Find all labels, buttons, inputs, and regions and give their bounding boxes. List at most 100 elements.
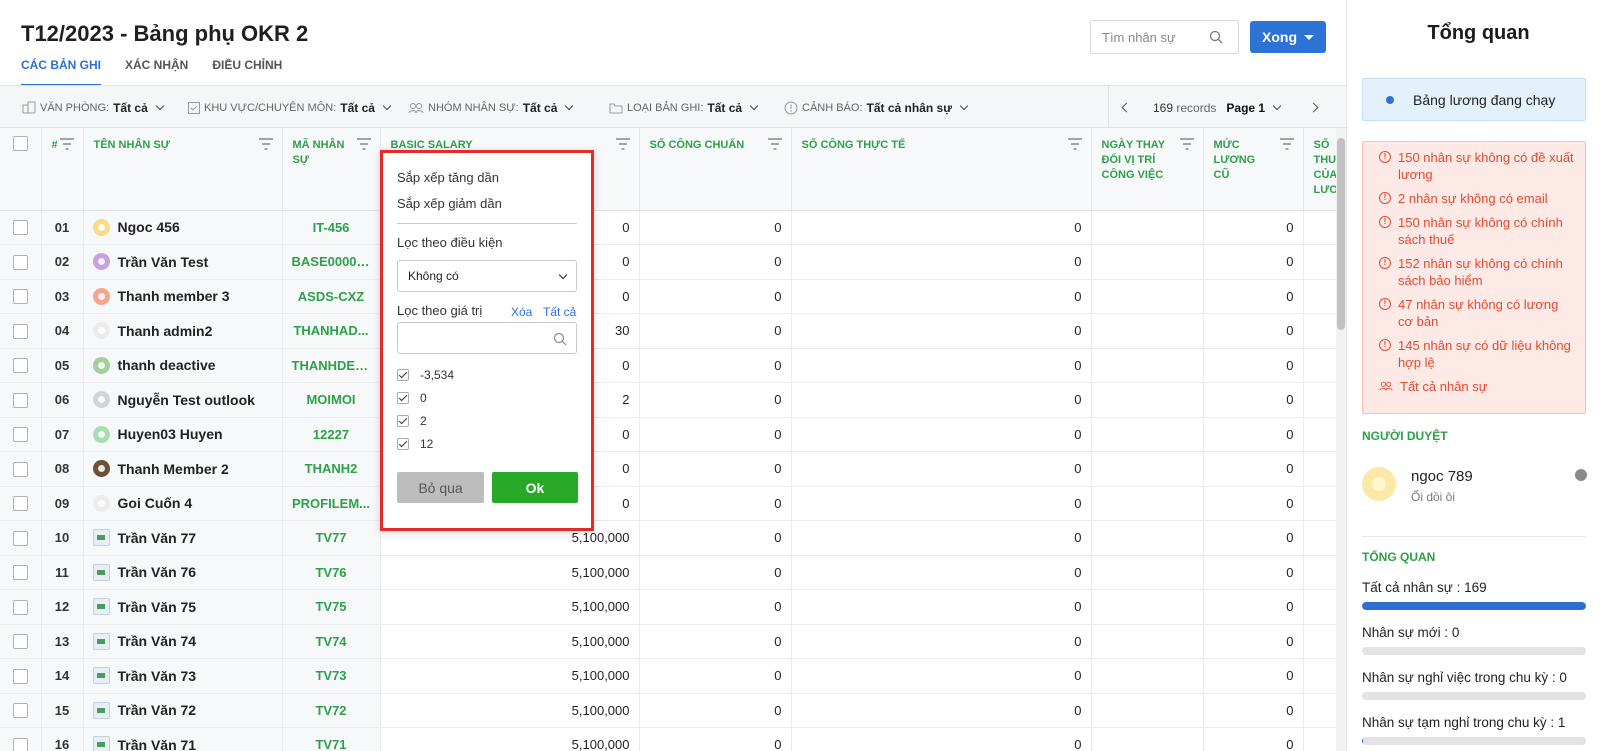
position-change-date-cell[interactable] <box>1091 727 1204 751</box>
position-change-date-cell[interactable] <box>1091 417 1204 452</box>
filter-icon[interactable] <box>59 138 75 150</box>
filter-icon[interactable] <box>767 138 783 150</box>
row-checkbox[interactable] <box>12 461 28 477</box>
old-salary-cell[interactable]: 0 <box>1203 279 1304 314</box>
table-row[interactable]: 14 Trần Văn 73 TV73 5,100,000 0 0 0 <box>0 658 1336 694</box>
sort-ascending-option[interactable]: Sắp xếp tăng dần <box>397 170 577 185</box>
standard-days-cell[interactable]: 0 <box>639 244 792 280</box>
actual-days-cell[interactable]: 0 <box>791 348 1092 383</box>
standard-days-cell[interactable]: 0 <box>639 658 792 694</box>
old-salary-cell[interactable]: 0 <box>1203 693 1304 728</box>
employee-name-cell[interactable]: Trần Văn 76 <box>83 555 283 590</box>
employee-name-cell[interactable]: Trần Văn 72 <box>83 693 283 728</box>
actual-days-cell[interactable]: 0 <box>791 658 1092 694</box>
warning-item[interactable]: ! 2 nhân sự không có email <box>1379 190 1575 207</box>
condition-select[interactable]: Không có <box>397 260 577 292</box>
row-checkbox[interactable] <box>12 496 28 512</box>
skip-button[interactable]: Bỏ qua <box>397 472 484 503</box>
table-row[interactable]: 10 Trần Văn 77 TV77 5,100,000 0 0 0 <box>0 520 1336 556</box>
standard-days-cell[interactable]: 0 <box>639 210 792 245</box>
column-header-code[interactable]: MÃ NHÂN SỰ <box>282 128 381 211</box>
row-checkbox[interactable] <box>12 323 28 339</box>
old-salary-cell[interactable]: 0 <box>1203 624 1304 659</box>
filter-icon[interactable] <box>1067 138 1083 150</box>
stat-on-leave-staff[interactable]: Nhân sự tạm nghỉ trong chu kỳ : 1 <box>1362 715 1586 745</box>
row-checkbox[interactable] <box>12 427 28 443</box>
standard-days-cell[interactable]: 0 <box>639 624 792 659</box>
standard-days-cell[interactable]: 0 <box>639 417 792 452</box>
employee-name-cell[interactable]: Nguyễn Test outlook <box>83 382 283 418</box>
old-salary-cell[interactable]: 0 <box>1203 727 1304 751</box>
old-salary-cell[interactable]: 0 <box>1203 486 1304 521</box>
filter-icon[interactable] <box>1179 138 1195 150</box>
actual-days-cell[interactable]: 0 <box>791 520 1092 556</box>
filter-record-type[interactable]: LOẠI BẢN GHI: Tất cả <box>609 86 759 129</box>
row-checkbox[interactable] <box>12 220 28 236</box>
tab-records[interactable]: CÁC BẢN GHI <box>21 58 101 86</box>
row-checkbox[interactable] <box>12 634 28 650</box>
position-change-date-cell[interactable] <box>1091 624 1204 659</box>
column-header-position-change-date[interactable]: NGÀY THAY ĐỔI VỊ TRÍ CÔNG VIỆC <box>1091 128 1204 211</box>
next-page-button[interactable] <box>1296 86 1330 129</box>
ok-button[interactable]: Ok <box>492 472 578 503</box>
approver-card[interactable]: ngoc 789 Ối dồi ôi <box>1362 463 1587 525</box>
value-option[interactable]: 12 <box>397 432 577 455</box>
basic-salary-cell[interactable]: 5,100,000 <box>380 658 640 694</box>
row-checkbox[interactable] <box>12 737 28 751</box>
old-salary-cell[interactable]: 0 <box>1203 451 1304 487</box>
stat-resigned-staff[interactable]: Nhân sự nghỉ việc trong chu kỳ : 0 <box>1362 670 1586 700</box>
tab-confirm[interactable]: XÁC NHẬN <box>125 58 188 86</box>
employee-name-cell[interactable]: Thanh Member 2 <box>83 451 283 487</box>
filter-area[interactable]: KHU VỰC/CHUYÊN MÔN: Tất cả <box>188 86 392 129</box>
employee-code-cell[interactable]: TV76 <box>282 555 381 590</box>
employee-code-cell[interactable]: THANHDEA... <box>282 348 381 383</box>
standard-days-cell[interactable]: 0 <box>639 727 792 751</box>
standard-days-cell[interactable]: 0 <box>639 451 792 487</box>
sort-descending-option[interactable]: Sắp xếp giảm dần <box>397 196 577 211</box>
standard-days-cell[interactable]: 0 <box>639 589 792 625</box>
value-option[interactable]: 2 <box>397 409 577 432</box>
table-row[interactable]: 15 Trần Văn 72 TV72 5,100,000 0 0 0 <box>0 693 1336 728</box>
row-checkbox[interactable] <box>12 289 28 305</box>
actual-days-cell[interactable]: 0 <box>791 417 1092 452</box>
old-salary-cell[interactable]: 0 <box>1203 417 1304 452</box>
position-change-date-cell[interactable] <box>1091 520 1204 556</box>
old-salary-cell[interactable]: 0 <box>1203 382 1304 418</box>
actual-days-cell[interactable]: 0 <box>791 693 1092 728</box>
table-row[interactable]: 12 Trần Văn 75 TV75 5,100,000 0 0 0 <box>0 589 1336 625</box>
actual-days-cell[interactable]: 0 <box>791 555 1092 590</box>
select-all-link[interactable]: Tất cả <box>543 305 576 319</box>
search-icon[interactable] <box>1209 30 1223 44</box>
basic-salary-cell[interactable]: 5,100,000 <box>380 555 640 590</box>
employee-code-cell[interactable]: TV75 <box>282 589 381 625</box>
row-checkbox[interactable] <box>12 703 28 719</box>
warning-item[interactable]: ! 145 nhân sự có dữ liệu không hợp lệ <box>1379 337 1575 371</box>
employee-code-cell[interactable]: 12227 <box>282 417 381 452</box>
value-option[interactable]: 0 <box>397 386 577 409</box>
checkbox-checked[interactable] <box>397 391 409 404</box>
old-salary-cell[interactable]: 0 <box>1203 520 1304 556</box>
employee-code-cell[interactable]: TV72 <box>282 693 381 728</box>
position-change-date-cell[interactable] <box>1091 658 1204 694</box>
position-change-date-cell[interactable] <box>1091 313 1204 349</box>
filter-icon[interactable] <box>615 138 631 150</box>
standard-days-cell[interactable]: 0 <box>639 486 792 521</box>
position-change-date-cell[interactable] <box>1091 451 1204 487</box>
old-salary-cell[interactable]: 0 <box>1203 658 1304 694</box>
position-change-date-cell[interactable] <box>1091 279 1204 314</box>
employee-code-cell[interactable]: THANHAD... <box>282 313 381 349</box>
actual-days-cell[interactable]: 0 <box>791 210 1092 245</box>
employee-name-cell[interactable]: Thanh admin2 <box>83 313 283 349</box>
position-change-date-cell[interactable] <box>1091 589 1204 625</box>
table-scrollbar[interactable] <box>1336 128 1346 751</box>
checkbox-checked[interactable] <box>397 437 409 450</box>
filter-icon[interactable] <box>356 138 372 150</box>
search-input[interactable] <box>1091 29 1209 45</box>
table-row[interactable]: 09 Goi Cuốn 4 PROFILEM... 0 0 0 0 <box>0 486 1336 521</box>
filter-office[interactable]: VĂN PHÒNG: Tất cả <box>22 86 165 129</box>
column-header-actual-days[interactable]: SỐ CÔNG THỰC TẾ <box>791 128 1092 211</box>
employee-name-cell[interactable]: Trần Văn 71 <box>83 727 283 751</box>
employee-code-cell[interactable]: PROFILEM... <box>282 486 381 521</box>
employee-code-cell[interactable]: IT-456 <box>282 210 381 245</box>
position-change-date-cell[interactable] <box>1091 244 1204 280</box>
